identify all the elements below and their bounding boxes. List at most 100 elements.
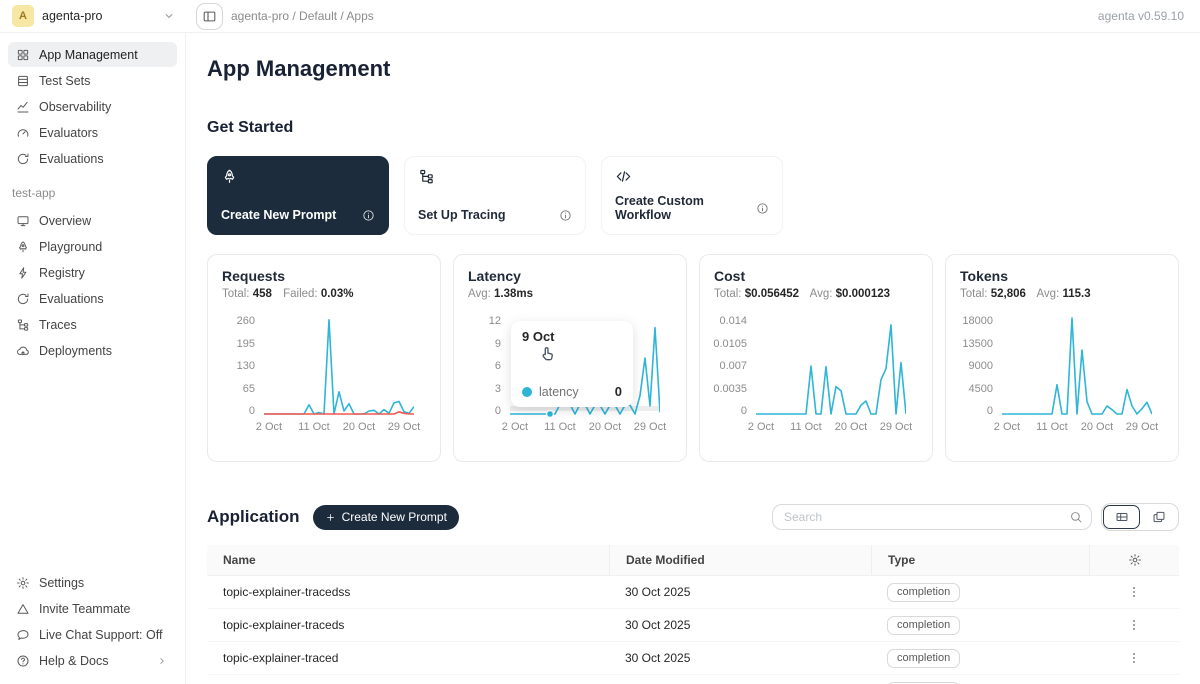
- sidebar-item-playground[interactable]: Playground: [8, 234, 177, 259]
- row-menu-icon[interactable]: [1127, 617, 1141, 633]
- table-row[interactable]: topic-explainer-tracedss 30 Oct 2025 com…: [207, 576, 1179, 609]
- sidebar-item-traces[interactable]: Traces: [8, 312, 177, 337]
- sidebar-item-evaluators[interactable]: Evaluators: [8, 120, 177, 145]
- x-axis: 2 Oct11 Oct20 Oct29 Oct: [1002, 421, 1152, 435]
- sidebar-item-evaluations[interactable]: Evaluations: [8, 146, 177, 171]
- sidebar-item-evaluations[interactable]: Evaluations: [8, 286, 177, 311]
- refresh-circle-icon: [16, 292, 30, 306]
- get-started-title: Get Started: [207, 119, 1179, 137]
- sidebar-item-settings[interactable]: Settings: [8, 570, 177, 595]
- stat-value: 1.38ms: [494, 288, 533, 300]
- sidebar-item-label: Live Chat Support: Off: [39, 628, 162, 642]
- topbar: A agenta-pro agenta-pro / Default / Apps…: [0, 0, 1200, 33]
- tooltip-series-label: latency: [539, 385, 579, 399]
- sidebar-item-observability[interactable]: Observability: [8, 94, 177, 119]
- card-view-button[interactable]: [1140, 505, 1177, 529]
- table-view-button[interactable]: [1103, 505, 1140, 529]
- get-started-card-label: Create Custom Workflow: [615, 194, 756, 222]
- main-content: App Management Get Started Create New Pr…: [186, 33, 1200, 684]
- triangle-icon: [16, 602, 30, 616]
- breadcrumb[interactable]: agenta-pro / Default / Apps: [231, 9, 374, 23]
- chart-title: Tokens: [960, 268, 1164, 284]
- gear-icon: [16, 576, 30, 590]
- cloud-icon: [16, 344, 30, 358]
- stat-label: Total:: [222, 288, 250, 300]
- sidebar-item-app-management[interactable]: App Management: [8, 42, 177, 67]
- chart-stats: Total: 458 Failed: 0.03%: [222, 288, 426, 300]
- search-icon[interactable]: [1069, 510, 1083, 524]
- chat-icon: [16, 628, 30, 642]
- app-name: topic-explainer-traced: [207, 651, 609, 665]
- chart-stats: Total: $0.056452 Avg: $0.000123: [714, 288, 918, 300]
- app-name: topic-explainer-traceds: [207, 618, 609, 632]
- x-axis-tick: 11 Oct: [544, 421, 576, 433]
- column-header-name[interactable]: Name: [207, 545, 609, 575]
- y-axis-tick: 9: [495, 338, 501, 350]
- sidebar-item-test-sets[interactable]: Test Sets: [8, 68, 177, 93]
- sidebar-main-nav: App Management Test Sets Observability E…: [8, 42, 177, 172]
- chart-stats: Avg: 1.38ms: [468, 288, 672, 300]
- sidebar-item-label: Invite Teammate: [39, 602, 130, 616]
- y-axis-tick: 0: [987, 405, 993, 417]
- sidebar-item-label: Deployments: [39, 344, 112, 358]
- table-header: Name Date Modified Type: [207, 545, 1179, 576]
- row-menu-icon[interactable]: [1127, 584, 1141, 600]
- stat-value: 458: [253, 288, 272, 300]
- y-axis-tick: 0.014: [719, 315, 747, 327]
- page-title: App Management: [207, 56, 1179, 82]
- sidebar-item-overview[interactable]: Overview: [8, 208, 177, 233]
- sidebar-item-live-chat-support-off[interactable]: Live Chat Support: Off: [8, 622, 177, 647]
- get-started-card-create-new-prompt[interactable]: Create New Prompt: [207, 156, 389, 235]
- app-type-badge: completion: [887, 616, 960, 635]
- y-axis-tick: 9000: [969, 360, 993, 372]
- search-input[interactable]: [772, 504, 1092, 530]
- column-settings-gear-icon[interactable]: [1128, 553, 1142, 567]
- panel-left-icon: [202, 9, 217, 24]
- sidebar-item-label: Playground: [39, 240, 102, 254]
- hover-point-marker: [547, 411, 554, 417]
- table-view-icon: [1115, 510, 1129, 524]
- column-header-type[interactable]: Type: [871, 545, 1089, 575]
- y-axis-tick: 12: [489, 315, 501, 327]
- y-axis-tick: 18000: [962, 315, 993, 327]
- monitor-icon: [16, 214, 30, 228]
- code-icon: [615, 168, 632, 185]
- metric-charts: RequestsTotal: 458 Failed: 0.03%26019513…: [207, 254, 1179, 462]
- sidebar-item-label: Registry: [39, 266, 85, 280]
- app-date-modified: 30 Oct 2025: [609, 651, 871, 665]
- get-started-card-set-up-tracing[interactable]: Set Up Tracing: [404, 156, 586, 235]
- create-new-prompt-button[interactable]: Create New Prompt: [313, 505, 459, 530]
- stat-value: $0.000123: [836, 288, 890, 300]
- get-started-card-create-custom-workflow[interactable]: Create Custom Workflow: [601, 156, 783, 235]
- y-axis-tick: 0: [249, 405, 255, 417]
- table-row[interactable]: topic-explainer-traceds 30 Oct 2025 comp…: [207, 609, 1179, 642]
- workspace-name: agenta-pro: [42, 9, 102, 23]
- refresh-circle-icon: [16, 152, 30, 166]
- table-row[interactable]: topic-explainer-traced 30 Oct 2025 compl…: [207, 642, 1179, 675]
- tooltip-value: 0: [615, 384, 622, 399]
- info-icon: [559, 209, 572, 222]
- y-axis-tick: 260: [237, 315, 255, 327]
- get-started-card-label: Set Up Tracing: [418, 208, 506, 222]
- grid-icon: [16, 48, 30, 62]
- row-menu-icon[interactable]: [1127, 650, 1141, 666]
- branch-icon: [16, 318, 30, 332]
- sidebar-toggle-button[interactable]: [196, 3, 223, 30]
- requests-chart-card: RequestsTotal: 458 Failed: 0.03%26019513…: [207, 254, 441, 462]
- sidebar-item-invite-teammate[interactable]: Invite Teammate: [8, 596, 177, 621]
- y-axis-tick: 195: [237, 338, 255, 350]
- table-row[interactable]: career-assessment 27 Oct 2025 completion: [207, 675, 1179, 684]
- card-view-icon: [1152, 510, 1166, 524]
- x-axis-tick: 29 Oct: [1126, 421, 1158, 433]
- sidebar-item-help-docs[interactable]: Help & Docs: [8, 648, 177, 673]
- app-type-badge: completion: [887, 583, 960, 602]
- stat-label: Avg:: [1036, 288, 1059, 300]
- sidebar-item-deployments[interactable]: Deployments: [8, 338, 177, 363]
- sidebar-item-label: Observability: [39, 100, 111, 114]
- get-started-cards: Create New Prompt Set Up Tracing Create …: [207, 156, 1179, 235]
- column-header-date[interactable]: Date Modified: [609, 545, 871, 575]
- sidebar-item-registry[interactable]: Registry: [8, 260, 177, 285]
- y-axis-tick: 0.0035: [713, 383, 747, 395]
- line-chart: [264, 315, 414, 417]
- workspace-switcher[interactable]: A agenta-pro: [0, 5, 186, 27]
